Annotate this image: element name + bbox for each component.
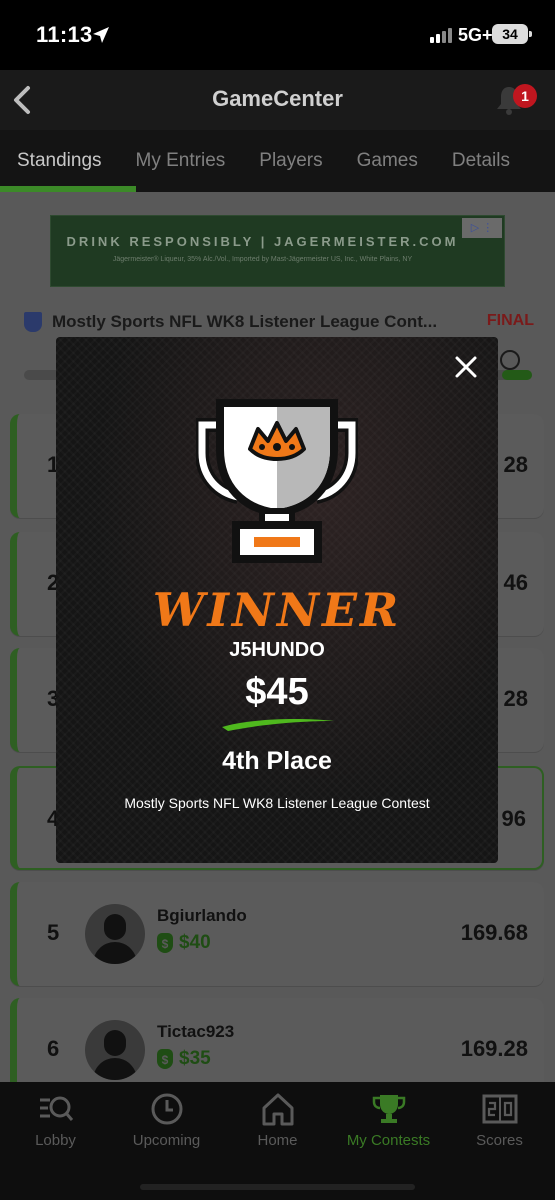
tab-details[interactable]: Details [435, 130, 527, 192]
tab-my-entries[interactable]: My Entries [119, 130, 243, 192]
network-label: 5G+ [458, 25, 493, 45]
ad-headline: DRINK RESPONSIBLY | JAGERMEISTER.COM [66, 234, 459, 249]
rank: 6 [47, 1036, 60, 1061]
clock-icon [151, 1093, 182, 1125]
username: Tictac923 [157, 1022, 235, 1041]
nav-my-contests-label: My Contests [346, 1132, 431, 1149]
progress-marker [500, 350, 520, 370]
ad-fine-print: Jägermeister® Liqueur, 35% Alc./Vol., Im… [112, 256, 413, 263]
status-time: 11:13 [36, 22, 93, 47]
page-title: GameCenter [212, 86, 343, 111]
nav-lobby[interactable]: Lobby [0, 1082, 111, 1200]
home-icon [262, 1093, 293, 1126]
notification-badge: 1 [513, 84, 537, 108]
nav-my-contests[interactable]: My Contests [333, 1082, 444, 1200]
winner-amount: $45 [245, 671, 309, 713]
lobby-icon [39, 1096, 73, 1121]
ad-banner[interactable]: DRINK RESPONSIBLY | JAGERMEISTER.COM Jäg… [50, 215, 505, 287]
avatar [85, 1020, 145, 1080]
nav-upcoming-label: Upcoming [132, 1132, 201, 1149]
close-icon[interactable] [454, 355, 478, 379]
app-header: GameCenter [0, 70, 555, 130]
nav-scores[interactable]: Scores [444, 1082, 555, 1200]
avatar [85, 904, 145, 964]
money-bag-icon: $ [157, 1049, 173, 1069]
rank: 5 [47, 920, 60, 945]
prize-amount: $35 [179, 1048, 211, 1069]
money-bag-icon: $ [157, 933, 173, 953]
tab-bar: Standings My Entries Players Games Detai… [0, 130, 555, 192]
scoreboard-icon [482, 1094, 517, 1124]
ad-choices-icon[interactable]: ▷ ⋮ [462, 218, 502, 238]
score: 169.28 [460, 1036, 528, 1061]
tab-games[interactable]: Games [340, 130, 435, 192]
winner-username: J5HUNDO [229, 639, 325, 661]
standing-row[interactable]: 6 Tictac923 $ $35 169.28 [10, 998, 544, 1082]
winner-modal: WINNER J5HUNDO $45 4th Place Mostly Spor… [56, 337, 498, 863]
winner-place: 4th Place [222, 747, 332, 775]
contest-name: Mostly Sports NFL WK8 Listener League Co… [52, 312, 438, 331]
contest-header: Mostly Sports NFL WK8 Listener League Co… [24, 310, 534, 334]
tab-players[interactable]: Players [242, 130, 339, 192]
score: 28 [503, 452, 528, 477]
home-indicator [140, 1184, 415, 1190]
contest-status: FINAL [486, 312, 534, 329]
nav-lobby-label: Lobby [35, 1132, 76, 1149]
nfl-logo-icon [24, 312, 42, 332]
nav-scores-label: Scores [476, 1132, 523, 1149]
location-arrow-icon [93, 27, 109, 43]
trophy-icon [372, 1095, 405, 1123]
bottom-nav: Lobby Upcoming Home My Contests Scores [0, 1082, 555, 1200]
score: 28 [503, 686, 528, 711]
status-bar: 11:13 5G+ 34 [0, 0, 555, 70]
nav-home[interactable]: Home [222, 1082, 333, 1200]
green-swoosh-icon [222, 719, 334, 731]
score: 96 [501, 806, 526, 831]
nav-upcoming[interactable]: Upcoming [111, 1082, 222, 1200]
battery-icon: 34 [492, 24, 532, 44]
winner-contest-name: Mostly Sports NFL WK8 Listener League Co… [124, 795, 430, 811]
signal-icon [430, 28, 452, 43]
winner-title: WINNER [152, 583, 402, 637]
prize-amount: $40 [179, 932, 211, 953]
nav-home-label: Home [257, 1132, 298, 1149]
standing-row[interactable]: 5 Bgiurlando $ $40 169.68 [10, 882, 544, 986]
username: Bgiurlando [157, 906, 247, 925]
score: 46 [503, 570, 528, 595]
score: 169.68 [460, 920, 528, 945]
trophy-icon [196, 399, 358, 563]
prize: $ $40 [157, 932, 211, 954]
tab-standings[interactable]: Standings [0, 130, 135, 192]
prize: $ $35 [157, 1048, 211, 1070]
